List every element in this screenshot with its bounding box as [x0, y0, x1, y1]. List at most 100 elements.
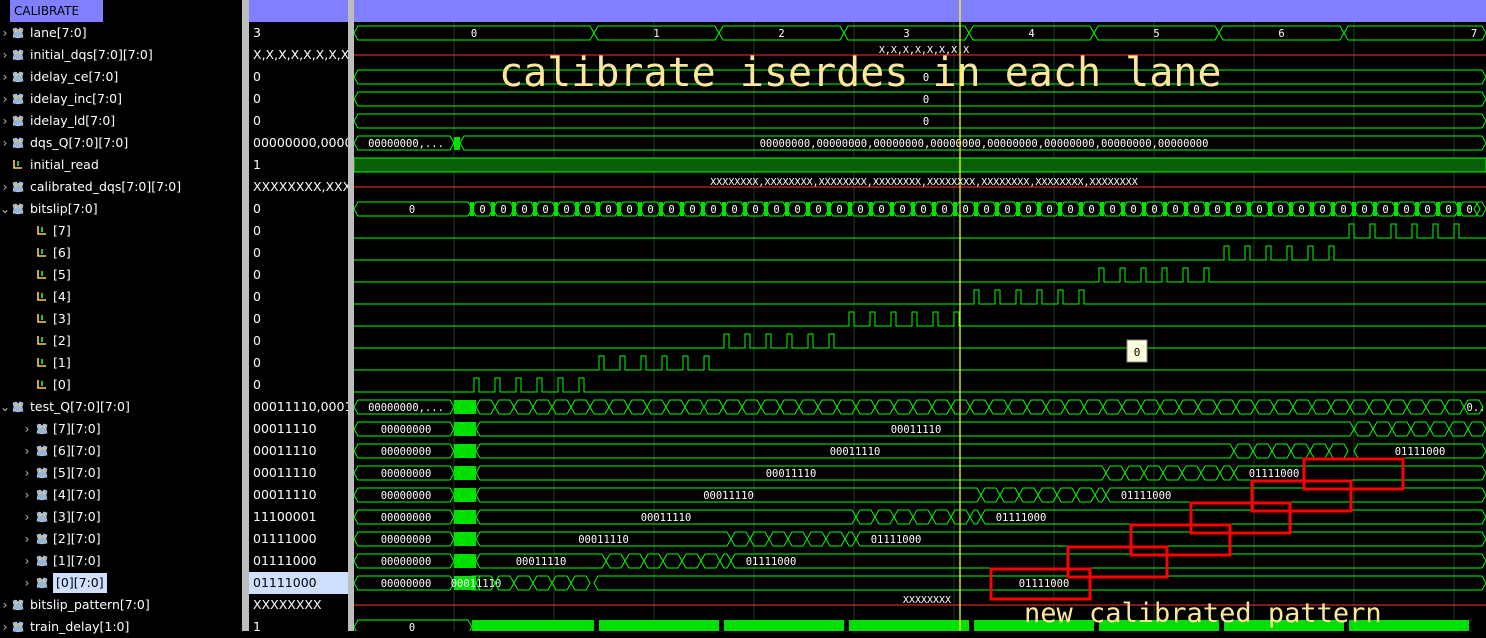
pulse-train [354, 223, 1486, 239]
signal-row[interactable]: [0] [0, 374, 242, 396]
wave-value-text: 0 [899, 204, 905, 216]
pane-splitter[interactable] [242, 0, 249, 631]
signal-name: test_Q[7:0][7:0] [30, 399, 130, 414]
bus-icon [36, 489, 48, 501]
expand-chevron-icon[interactable]: › [0, 44, 10, 66]
bus-segment [1309, 443, 1330, 459]
signal-row[interactable]: [7] [0, 220, 242, 242]
signal-name: [7][7:0] [53, 421, 101, 436]
signal-row[interactable]: › [1][7:0] [0, 550, 242, 572]
bus-segment [1254, 399, 1275, 415]
bus-segment [980, 487, 1001, 503]
bus-segment [1368, 399, 1389, 415]
signal-row[interactable]: › [6][7:0] [0, 440, 242, 462]
signal-row[interactable]: › [0][7:0] [0, 572, 242, 594]
wave-value-text: 0 [923, 116, 929, 128]
signal-row[interactable]: › bitslip_pattern[7:0] [0, 594, 242, 616]
signal-row[interactable]: › idelay_ld[7:0] [0, 110, 242, 132]
high-level-bar [353, 157, 1486, 173]
signal-row[interactable]: › [3][7:0] [0, 506, 242, 528]
signal-row[interactable]: [2] [0, 330, 242, 352]
signal-value: 0 [253, 289, 261, 304]
collapse-chevron-icon[interactable]: ⌄ [0, 198, 10, 220]
bus-icon [12, 599, 24, 611]
signal-row[interactable]: [3] [0, 308, 242, 330]
wave-value-text: 01111000 [871, 534, 922, 546]
expand-chevron-icon[interactable]: › [0, 132, 10, 154]
signal-row[interactable]: › idelay_inc[7:0] [0, 88, 242, 110]
wave-fill-block [1142, 202, 1146, 216]
expand-chevron-icon[interactable]: › [22, 462, 32, 484]
bus-segment [627, 399, 648, 415]
expand-chevron-icon[interactable]: › [0, 616, 10, 638]
signal-row[interactable]: › [5][7:0] [0, 462, 242, 484]
signal-row[interactable]: › initial_dqs[7:0][7:0] [0, 44, 242, 66]
wave-fill-block [617, 202, 621, 216]
wave-fill-block [599, 620, 719, 634]
signal-row[interactable]: ⌄ test_Q[7:0][7:0] [0, 396, 242, 418]
bus-segment [589, 399, 610, 415]
signal-row[interactable]: › [2][7:0] [0, 528, 242, 550]
signal-row[interactable]: ⌄ bitslip[7:0] [0, 198, 242, 220]
signal-row[interactable]: › [7][7:0] [0, 418, 242, 440]
expand-chevron-icon[interactable]: › [0, 594, 10, 616]
pulse-train [354, 267, 1486, 283]
signal-row[interactable]: [6] [0, 242, 242, 264]
wave-value-text: 4 [1028, 28, 1034, 40]
annotation-title: calibrate iserdes in each lane [499, 50, 1221, 96]
signal-value: 00011110 [253, 465, 317, 480]
signal-row[interactable]: [1] [0, 352, 242, 374]
signal-row[interactable]: › [4][7:0] [0, 484, 242, 506]
signal-row[interactable]: [5] [0, 264, 242, 286]
bus-segment [605, 553, 626, 569]
expand-chevron-icon[interactable]: › [22, 440, 32, 462]
wave-fill-block [1394, 202, 1398, 216]
signal-name: lane[7:0] [30, 25, 87, 40]
bit-icon [36, 313, 48, 325]
signal-name: [6][7:0] [53, 443, 101, 458]
expand-chevron-icon[interactable]: › [22, 484, 32, 506]
wave-fill-block [1373, 202, 1377, 216]
expand-chevron-icon[interactable]: › [22, 572, 32, 594]
bus-icon [12, 93, 24, 105]
wave-fill-block [953, 202, 957, 216]
wave-fill-block [1058, 202, 1062, 216]
expand-chevron-icon[interactable]: › [0, 22, 10, 44]
wave-value-text: 0 [1134, 346, 1141, 359]
waveform-pane[interactable]: 0 1 2 3 4 5 6 7 X,X,X,X,X,X,X,X 0 0 0 00000000,... 00… [353, 0, 1486, 635]
signal-value-pane: 3 X,X,X,X,X,X,X,X 0 0 0 00000000,0000 1 XXXXXXX… [249, 0, 348, 631]
signal-row[interactable]: initial_read [0, 154, 242, 176]
expand-chevron-icon[interactable]: › [22, 528, 32, 550]
bus-segment [836, 399, 857, 415]
bus-segment [475, 399, 496, 415]
expand-chevron-icon[interactable]: › [0, 88, 10, 110]
wave-value-text: 0 [1067, 204, 1073, 216]
signal-row[interactable]: › lane[7:0] [0, 22, 242, 44]
signal-row[interactable]: › idelay_ce[7:0] [0, 66, 242, 88]
expand-chevron-icon[interactable]: › [22, 550, 32, 572]
signal-name: idelay_ce[7:0] [30, 69, 119, 84]
expand-chevron-icon[interactable]: › [0, 110, 10, 132]
waveform-canvas[interactable]: 0 1 2 3 4 5 6 7X,X,X,X,X,X,X,X00000000000,... 00… [353, 0, 1486, 635]
expand-chevron-icon[interactable]: › [22, 506, 32, 528]
scope-header[interactable]: CALIBRATE [10, 0, 103, 22]
signal-row[interactable]: [4] [0, 286, 242, 308]
bus-segment [1444, 399, 1465, 415]
signal-row[interactable]: › calibrated_dqs[7:0][7:0] [0, 176, 242, 198]
bus-segment [1406, 399, 1427, 415]
bus-segment [1216, 399, 1237, 415]
bus-icon [36, 445, 48, 457]
bus-segment [665, 399, 686, 415]
signal-name: [5] [53, 267, 71, 282]
expand-chevron-icon[interactable]: › [0, 176, 10, 198]
signal-row[interactable]: › train_delay[1:0] [0, 616, 242, 638]
wave-fill-block [575, 202, 579, 216]
signal-value: 0 [253, 91, 261, 106]
bus-segment [722, 399, 743, 415]
signal-row[interactable]: › dqs_Q[7:0][7:0] [0, 132, 242, 154]
expand-chevron-icon[interactable]: › [22, 418, 32, 440]
bus-segment [1271, 443, 1292, 459]
expand-chevron-icon[interactable]: › [0, 66, 10, 88]
collapse-chevron-icon[interactable]: ⌄ [0, 396, 10, 418]
bit-icon [36, 335, 48, 347]
